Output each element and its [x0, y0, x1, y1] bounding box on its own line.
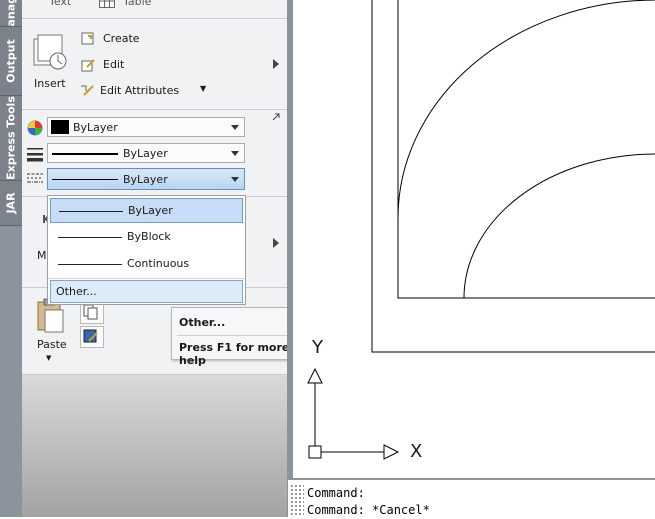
- tooltip-title: Other...: [179, 316, 226, 329]
- annotation-panel: Text Table: [22, 0, 287, 19]
- copy-icon: [83, 304, 98, 320]
- tab-manage[interactable]: Manage: [0, 0, 22, 37]
- block-editor-icon: [81, 59, 95, 72]
- table-button[interactable]: Table: [123, 0, 151, 8]
- linetype-option-label: Continuous: [127, 257, 190, 270]
- linetype-icon: [27, 173, 43, 183]
- linetype-preview: [59, 211, 123, 212]
- linetype-option-bylayer[interactable]: ByLayer: [50, 198, 243, 223]
- table-icon: [99, 0, 115, 8]
- create-block-icon: [81, 32, 94, 45]
- side-tab-strip: Manage Output Express Tools JAR: [0, 0, 22, 517]
- linetype-option-byblock[interactable]: ByBlock: [50, 225, 243, 250]
- ucs-icon: [307, 367, 400, 460]
- ucs-x-label: X: [410, 441, 423, 462]
- panel-launcher-icon[interactable]: [272, 113, 280, 121]
- drawing-geometry: [307, 0, 655, 460]
- block-paste-icon: [83, 329, 98, 343]
- tab-jar[interactable]: JAR: [0, 181, 22, 226]
- color-combo[interactable]: ByLayer: [47, 117, 245, 137]
- tab-jar-label: JAR: [4, 192, 18, 214]
- paste-dropdown-icon: ▼: [46, 354, 52, 362]
- text-button[interactable]: Text: [49, 0, 71, 8]
- tab-express-tools[interactable]: Express Tools: [0, 96, 22, 181]
- edit-attributes-label: Edit Attributes: [100, 84, 180, 97]
- linetype-combo-value: ByLayer: [123, 173, 168, 186]
- color-combo-value: ByLayer: [73, 121, 118, 134]
- linetype-option-continuous[interactable]: Continuous: [50, 252, 243, 277]
- linetype-option-other[interactable]: Other...: [50, 280, 243, 303]
- paste-label: Paste: [37, 338, 67, 351]
- paste-special-button[interactable]: [80, 326, 104, 348]
- linetype-preview: [52, 179, 118, 180]
- create-block-button[interactable]: Create: [80, 30, 170, 48]
- edit-block-button[interactable]: Edit: [80, 56, 170, 74]
- lineweight-preview: [52, 153, 118, 155]
- edit-attributes-button[interactable]: Edit Attributes ▼: [80, 82, 220, 100]
- insert-block-icon: [33, 34, 67, 70]
- tab-output[interactable]: Output: [0, 27, 22, 96]
- ribbon-empty-area: [22, 375, 287, 517]
- chevron-down-icon: [231, 151, 239, 156]
- linetype-preview: [58, 237, 122, 238]
- color-wheel-icon: [27, 120, 43, 136]
- tab-output-label: Output: [4, 39, 18, 83]
- color-swatch-icon: [51, 120, 69, 134]
- ucs-y-label: Y: [312, 337, 323, 358]
- edit-attributes-dropdown-icon: ▼: [200, 84, 207, 93]
- command-history-line: Command: *Cancel*: [307, 503, 430, 517]
- copy-button[interactable]: [80, 302, 104, 324]
- insert-button[interactable]: Insert: [28, 33, 72, 103]
- lineweight-icon: [27, 148, 43, 162]
- linetype-preview: [58, 264, 122, 265]
- linetype-dropdown: ByLayer ByBlock Continuous Other...: [47, 195, 246, 305]
- drawing-canvas[interactable]: Y X: [293, 0, 655, 478]
- insert-label: Insert: [34, 77, 66, 90]
- linetype-option-label: ByLayer: [128, 204, 173, 217]
- linetype-option-label: ByBlock: [127, 230, 171, 243]
- create-label: Create: [103, 32, 140, 45]
- dropdown-divider: [48, 278, 245, 279]
- lineweight-combo[interactable]: ByLayer: [47, 143, 245, 163]
- other-option-label: Other...: [56, 285, 97, 298]
- tab-express-tools-label: Express Tools: [4, 96, 18, 180]
- linetype-combo[interactable]: ByLayer: [47, 168, 245, 190]
- utilities-panel-expand-icon[interactable]: [273, 238, 279, 248]
- command-history-line: Command:: [307, 486, 365, 500]
- match-properties-label[interactable]: M: [37, 249, 47, 262]
- chevron-down-icon: [231, 125, 239, 130]
- properties-panel: ByLayer ByLayer ByLayer: [22, 110, 287, 197]
- chevron-down-icon: [231, 177, 239, 182]
- edit-label: Edit: [103, 58, 125, 71]
- grip-handle-icon[interactable]: [290, 484, 304, 517]
- command-line[interactable]: Command: Command: *Cancel*: [288, 478, 655, 519]
- lineweight-combo-value: ByLayer: [123, 147, 168, 160]
- block-panel: Insert Create Edit Edit Attributes ▼: [22, 19, 287, 110]
- paste-button[interactable]: Paste ▼: [32, 298, 72, 370]
- block-panel-expand-icon[interactable]: [273, 59, 279, 69]
- edit-attributes-icon: [81, 85, 94, 96]
